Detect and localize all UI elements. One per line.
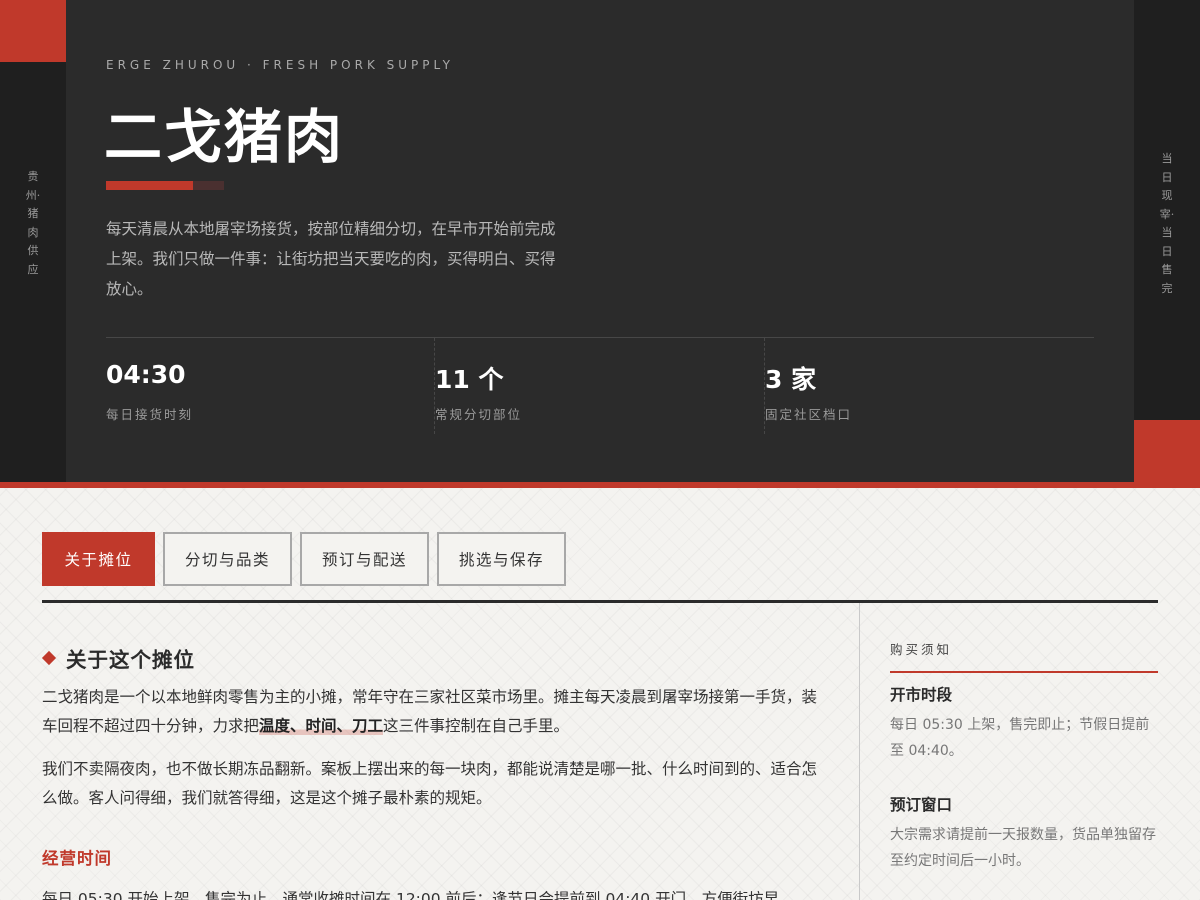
right-rail: 当日现宰·当日售完 [1134, 0, 1200, 488]
sidebar-item-title: 开市时段 [890, 686, 953, 704]
tab-about-stall[interactable]: 关于摊位 [42, 532, 155, 586]
section-heading: 关于这个摊位 [41, 643, 195, 673]
column-divider [859, 603, 860, 900]
tab-order-delivery[interactable]: 预订与配送 [300, 532, 429, 586]
stat-label: 每日接货时刻 [106, 407, 194, 422]
title-accent-bar [106, 181, 224, 190]
left-vertical-text: 贵州·猪肉供应 [25, 170, 41, 276]
tabs-rule [42, 600, 1158, 603]
hero-title: 二戈猪肉 [104, 103, 345, 171]
hours-heading: 经营时间 [42, 849, 112, 868]
title-accent-fill [106, 181, 193, 190]
sidebar-title: 购买须知 [890, 642, 953, 657]
stat-stalls: 3 家 固定社区档口 [764, 338, 1094, 434]
sidebar-item-title: 预订窗口 [890, 796, 953, 814]
stat-label: 常规分切部位 [435, 407, 523, 422]
right-vertical-text: 当日现宰·当日售完 [1159, 152, 1175, 295]
sidebar-item-text: 大宗需求请提前一天报数量，货品单独留存至约定时间后一小时。 [890, 827, 1156, 869]
right-accent-block [1134, 420, 1200, 488]
tab-cuts-categories[interactable]: 分切与品类 [163, 532, 292, 586]
section-title: 关于这个摊位 [66, 648, 195, 672]
hero-description: 每天清晨从本地屠宰场接货，按部位精细分切，在早市开始前完成上架。我们只做一件事：… [106, 220, 556, 298]
stat-value: 11 个 [435, 365, 504, 394]
para-text: 这三件事控制在自己手里。 [383, 717, 570, 735]
hours-paragraph: 每日 05:30 开始上架，售完为止，通常收摊时间在 12:00 前后；逢节日会… [42, 890, 780, 900]
stat-cut-parts: 11 个 常规分切部位 [434, 338, 764, 434]
tab-select-storage[interactable]: 挑选与保存 [437, 532, 566, 586]
stat-receive-time: 04:30 每日接货时刻 [106, 338, 434, 434]
hero-section: 贵州·猪肉供应 ERGE ZHUROU · FRESH PORK SUPPLY … [0, 0, 1200, 482]
hero-eyebrow: ERGE ZHUROU · FRESH PORK SUPPLY [106, 58, 454, 72]
diamond-icon [41, 650, 57, 666]
stat-value: 04:30 [106, 360, 186, 389]
left-rail: 贵州·猪肉供应 [0, 0, 66, 482]
para-highlight: 温度、时间、刀工 [259, 717, 384, 735]
sidebar-rule [890, 671, 1158, 673]
hero-bottom-bar [0, 482, 1200, 488]
sidebar-item-text: 每日 05:30 上架，售完即止；节假日提前至 04:40。 [890, 717, 1150, 759]
about-paragraph-1: 二戈猪肉是一个以本地鲜肉零售为主的小摊，常年守在三家社区菜市场里。摊主每天凌晨到… [42, 683, 817, 741]
stat-value: 3 家 [765, 365, 817, 394]
left-accent-block [0, 0, 66, 62]
about-paragraph-2: 我们不卖隔夜肉，也不做长期冻品翻新。案板上摆出来的每一块肉，都能说清楚是哪一批、… [42, 760, 818, 807]
stat-label: 固定社区档口 [765, 407, 853, 422]
